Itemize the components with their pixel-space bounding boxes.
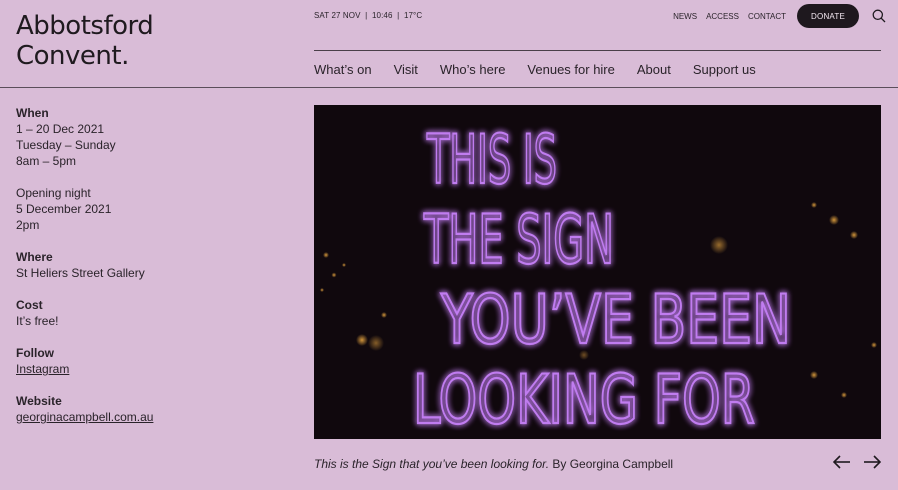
utility-nav: NEWS ACCESS CONTACT DONATE <box>673 4 888 28</box>
neon-line-3: YOU’VE BEEN <box>440 281 791 360</box>
logo-line-2: Convent. <box>16 41 129 71</box>
hero-image: THIS IS THE SIGN YOU’VE BEEN LOOKING FOR <box>314 105 881 439</box>
where-value: St Heliers Street Gallery <box>16 266 145 280</box>
cost-value: It’s free! <box>16 314 59 328</box>
website-heading: Website <box>16 394 62 408</box>
follow-section: Follow Instagram <box>16 345 276 377</box>
nav-item-whos-here[interactable]: Who’s here <box>440 62 506 77</box>
website-link[interactable]: georginacampbell.com.au <box>16 409 276 425</box>
when-section: When 1 – 20 Dec 2021 Tuesday – Sunday 8a… <box>16 105 276 169</box>
neon-line-4: LOOKING FOR <box>413 361 755 439</box>
news-link[interactable]: NEWS <box>673 12 697 21</box>
instagram-link[interactable]: Instagram <box>16 361 276 377</box>
nav-item-visit[interactable]: Visit <box>394 62 418 77</box>
neon-line-2: THE SIGN <box>423 201 614 280</box>
contact-link[interactable]: CONTACT <box>748 12 786 21</box>
opening-night-date: 5 December 2021 <box>16 202 112 216</box>
event-details: When 1 – 20 Dec 2021 Tuesday – Sunday 8a… <box>16 105 276 441</box>
arrow-right-icon[interactable] <box>862 451 882 473</box>
cost-heading: Cost <box>16 298 43 312</box>
caption-credit: By Georgina Campbell <box>549 457 674 471</box>
opening-night-section: Opening night 5 December 2021 2pm <box>16 185 276 233</box>
arrow-left-icon[interactable] <box>832 451 852 473</box>
date-time-weather: SAT 27 NOV | 10:46 | 17°C <box>314 11 423 20</box>
follow-heading: Follow <box>16 346 54 360</box>
donate-button[interactable]: DONATE <box>797 4 859 28</box>
when-heading: When <box>16 106 49 120</box>
website-section: Website georginacampbell.com.au <box>16 393 276 425</box>
nav-item-support-us[interactable]: Support us <box>693 62 756 77</box>
where-section: Where St Heliers Street Gallery <box>16 249 276 281</box>
where-heading: Where <box>16 250 53 264</box>
nav-item-whats-on[interactable]: What’s on <box>314 62 372 77</box>
access-link[interactable]: ACCESS <box>706 12 739 21</box>
header-divider <box>0 87 898 88</box>
search-icon[interactable] <box>870 7 888 25</box>
when-days: Tuesday – Sunday <box>16 138 116 152</box>
opening-night-time: 2pm <box>16 218 40 232</box>
logo-line-1: Abbotsford <box>16 11 154 41</box>
neon-line-1: THIS IS <box>426 121 557 200</box>
opening-night-label: Opening night <box>16 186 91 200</box>
when-hours: 8am – 5pm <box>16 154 77 168</box>
site-logo[interactable]: Abbotsford Convent. <box>16 11 216 71</box>
nav-item-about[interactable]: About <box>637 62 671 77</box>
cost-section: Cost It’s free! <box>16 297 276 329</box>
nav-divider <box>314 50 881 51</box>
nav-item-venues-for-hire[interactable]: Venues for hire <box>527 62 614 77</box>
caption-title: This is the Sign that you’ve been lookin… <box>314 457 550 471</box>
when-dates: 1 – 20 Dec 2021 <box>16 122 105 136</box>
main-nav: What’s on Visit Who’s here Venues for hi… <box>314 62 756 77</box>
carousel-controls <box>832 451 882 473</box>
image-caption: This is the Sign that you’ve been lookin… <box>314 457 673 471</box>
